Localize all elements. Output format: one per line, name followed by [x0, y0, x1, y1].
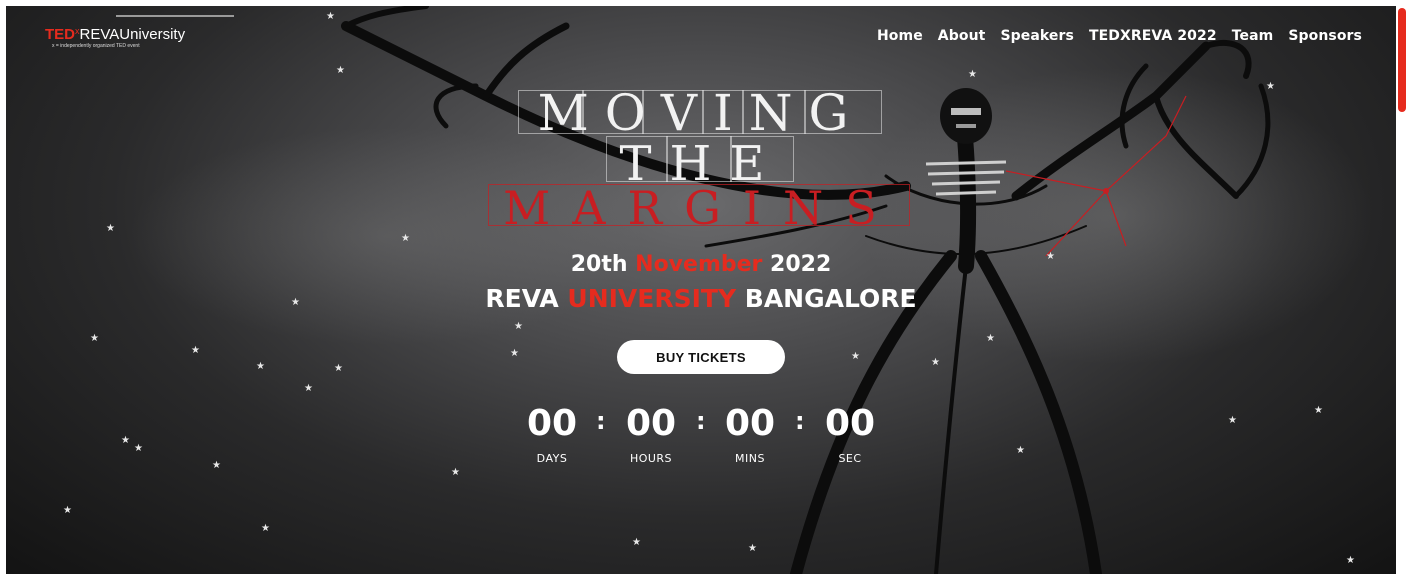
nav-speakers[interactable]: Speakers [1000, 28, 1074, 44]
date-post: 2022 [762, 252, 832, 277]
logo-rule [116, 15, 234, 17]
countdown-days: 00 DAYS [502, 402, 602, 465]
scrollbar-thumb[interactable] [1398, 8, 1406, 112]
venue-pre: REVA [485, 284, 568, 313]
countdown-hours: 00 HOURS [601, 402, 701, 465]
days-value: 00 [526, 403, 578, 444]
nav-sponsors[interactable]: Sponsors [1288, 28, 1362, 44]
sec-value: 00 [824, 403, 876, 444]
date-month: November [635, 252, 763, 277]
title-line-3: MARGINS [503, 181, 899, 235]
buy-tickets-button[interactable]: BUY TICKETS [617, 340, 785, 374]
event-date: 20th November 2022 [6, 252, 1396, 277]
countdown-sec: 00 SEC [800, 402, 900, 465]
logo-ted: TED [45, 26, 75, 43]
nav-home[interactable]: Home [877, 28, 923, 44]
days-label: DAYS [536, 452, 568, 465]
venue-mid: UNIVERSITY [567, 284, 737, 313]
hours-label: HOURS [629, 452, 673, 465]
site-logo[interactable]: TEDxREVAUniversity [45, 26, 185, 43]
nav-team[interactable]: Team [1232, 28, 1274, 44]
date-pre: 20th [570, 252, 636, 277]
venue-post: BANGALORE [736, 284, 917, 313]
logo-name: REVAUniversity [79, 26, 186, 43]
mins-value: 00 [724, 403, 776, 444]
nav-about[interactable]: About [938, 28, 986, 44]
sec-label: SEC [838, 452, 862, 465]
title-line-1: MOVING [537, 84, 865, 142]
countdown-mins: 00 MINS [700, 402, 800, 465]
logo-tagline: x = independently organized TED event [52, 43, 140, 49]
main-nav: Home About Speakers TEDXREVA 2022 Team S… [877, 28, 1362, 44]
event-venue: REVA UNIVERSITY BANGALORE [6, 284, 1396, 313]
mins-label: MINS [735, 452, 765, 465]
nav-tedxreva-2022[interactable]: TEDXREVA 2022 [1089, 28, 1217, 44]
hours-value: 00 [625, 403, 677, 444]
hero-section: ★ ★ ★ ★ ★ ★ ★ ★ ★ ★ ★ ★ ★ ★ ★ ★ ★ ★ ★ ★ … [6, 6, 1396, 574]
